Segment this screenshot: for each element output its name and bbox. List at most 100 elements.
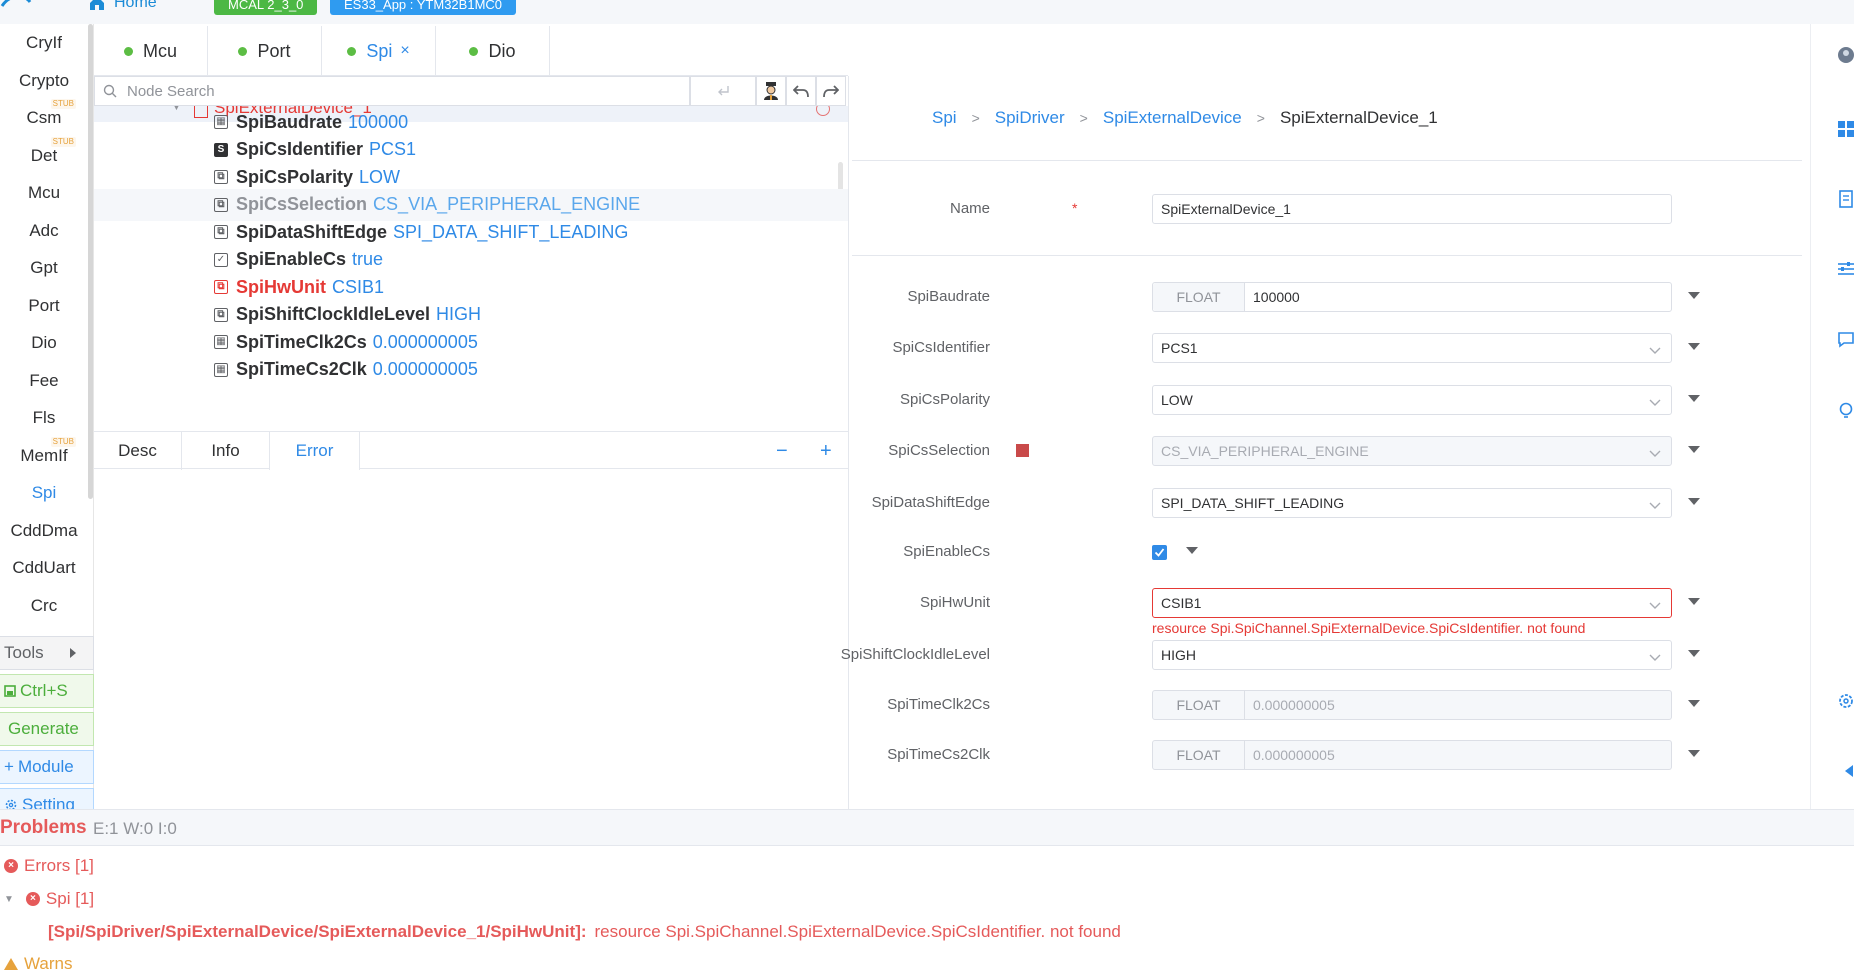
field-menu-icon[interactable]	[1688, 446, 1700, 453]
tree-node-label: SpiCsIdentifier	[236, 139, 364, 160]
add-module-button[interactable]: + Module	[0, 750, 94, 784]
project-badge[interactable]: ES33_App : YTM32B1MC0	[330, 0, 517, 15]
sidebar-item-memif[interactable]: MemIf STUB	[0, 436, 88, 475]
field-menu-icon[interactable]	[1688, 343, 1700, 350]
sliders-icon[interactable]	[1837, 260, 1854, 278]
warns-group[interactable]: Warns	[4, 954, 73, 970]
sidebar-item-label: MemIf	[20, 445, 68, 465]
sidebar-item-label: Mcu	[27, 183, 61, 202]
tools-button[interactable]: Tools	[0, 636, 94, 670]
avatar[interactable]	[1837, 46, 1854, 64]
field-menu-icon[interactable]	[1688, 498, 1700, 505]
chevron-down-icon[interactable]	[1649, 598, 1661, 610]
field-menu-icon[interactable]	[1186, 547, 1198, 554]
chevron-down-icon[interactable]	[1649, 650, 1661, 662]
field-menu-icon[interactable]	[1688, 700, 1700, 707]
status-dot-icon	[238, 46, 248, 56]
sidebar-item-cdduart[interactable]: CddUart	[0, 549, 88, 587]
sidebar-item-port[interactable]: Port	[0, 287, 88, 325]
sidebar-item-crypto[interactable]: Crypto	[0, 62, 88, 100]
agent-button[interactable]	[756, 76, 786, 106]
error-entry[interactable]: [Spi/SpiDriver/SpiExternalDevice/SpiExte…	[48, 922, 1121, 942]
field-menu-icon[interactable]	[1688, 650, 1700, 657]
close-icon[interactable]: ×	[400, 42, 409, 60]
detail-tabs: Desc Info Error − +	[94, 431, 848, 470]
field-menu-icon[interactable]	[1688, 395, 1700, 402]
tab-mcu[interactable]: Mcu	[94, 26, 208, 76]
spicsidentifier-input[interactable]: PCS1	[1152, 333, 1672, 363]
error-icon: ×	[25, 892, 40, 906]
name-row: * Name SpiExternalDevice_1	[852, 194, 1732, 224]
name-input[interactable]: SpiExternalDevice_1	[1152, 194, 1672, 224]
breadcrumb-item[interactable]: Spi	[932, 108, 957, 128]
sidebar-item-fee[interactable]: Fee	[0, 362, 88, 400]
mcal-version-badge[interactable]: MCAL 2_3_0	[214, 0, 318, 15]
grid-icon[interactable]	[1837, 120, 1854, 138]
panel-divider[interactable]	[848, 76, 849, 810]
collapse-icon[interactable]: −	[776, 440, 788, 463]
sidebar-item-gpt[interactable]: Gpt	[0, 249, 88, 287]
field-row-spishiftclockidlelevel: SpiShiftClockIdleLevel HIGH	[841, 640, 1732, 670]
redo-button[interactable]	[816, 76, 846, 106]
tab-info[interactable]: Info	[182, 432, 270, 470]
field-row-spibaudrate: SpiBaudrate FLOAT 100000	[852, 282, 1732, 312]
field-label: SpiShiftClockIdleLevel	[840, 646, 990, 663]
chat-icon[interactable]	[1837, 330, 1854, 348]
sidebar-item-cdddma[interactable]: CddDma	[0, 512, 88, 550]
breadcrumb-item[interactable]: SpiDriver	[995, 108, 1065, 128]
spi-error-group[interactable]: ▼ × Spi [1]	[4, 889, 94, 909]
name-value: SpiExternalDevice_1	[1161, 201, 1291, 217]
sidebar-item-det[interactable]: Det STUB	[0, 136, 88, 175]
sidebar-item-cryif[interactable]: CryIf	[0, 24, 88, 62]
errors-group[interactable]: × Errors [1]	[4, 856, 94, 876]
sidebar-item-dio[interactable]: Dio	[0, 324, 88, 362]
breadcrumb-item[interactable]: SpiExternalDevice	[1103, 108, 1242, 128]
sidebar-item-spi[interactable]: Spi	[0, 474, 88, 512]
tab-dio[interactable]: Dio	[436, 26, 550, 76]
field-menu-icon[interactable]	[1688, 598, 1700, 605]
chevron-down-icon[interactable]	[1649, 395, 1661, 407]
stub-badge: STUB	[50, 436, 76, 447]
field-menu-icon[interactable]	[1688, 750, 1700, 757]
tab-spi[interactable]: Spi ×	[322, 26, 436, 76]
tab-port[interactable]: Port	[208, 26, 322, 76]
field-value: 0.000000005	[1253, 747, 1335, 763]
spihwunit-input[interactable]: CSIB1	[1152, 588, 1672, 618]
save-button[interactable]: Ctrl+S	[0, 674, 94, 708]
spishiftclockidlelevel-input[interactable]: HIGH	[1152, 640, 1672, 670]
expand-caret-icon[interactable]: ▼	[4, 894, 14, 905]
bulb-icon[interactable]	[1837, 402, 1854, 420]
enable-cs-checkbox[interactable]	[1152, 545, 1167, 560]
chevron-down-icon[interactable]	[1649, 446, 1661, 458]
collapse-rail-icon[interactable]	[1837, 762, 1854, 780]
tree-row[interactable]: ▦ SpiTimeCs2Clk 0.000000005	[94, 354, 848, 387]
sidebar-item-csm[interactable]: Csm STUB	[0, 99, 88, 137]
generate-button[interactable]: Generate	[0, 712, 94, 746]
enter-search-button[interactable]	[690, 76, 756, 106]
expand-icon[interactable]: +	[820, 440, 832, 463]
tab-desc[interactable]: Desc	[94, 432, 182, 470]
spicspolarity-input[interactable]: LOW	[1152, 385, 1672, 415]
sidebar-scrollbar[interactable]	[88, 24, 93, 499]
tree-node-value: CS_VIA_PERIPHERAL_ENGINE	[373, 194, 641, 215]
sidebar-item-adc[interactable]: Adc	[0, 212, 88, 250]
chevron-down-icon[interactable]	[1649, 498, 1661, 510]
spidatashiftedge-input[interactable]: SPI_DATA_SHIFT_LEADING	[1152, 488, 1672, 518]
settings-gear-icon[interactable]	[1837, 692, 1854, 710]
tree-node-name: SpiCsIdentifier PCS1	[236, 139, 416, 160]
document-icon[interactable]	[1837, 190, 1854, 208]
sidebar-item-mcu[interactable]: Mcu	[0, 174, 88, 212]
tree-node-label: SpiCsSelection	[236, 194, 368, 215]
chevron-down-icon[interactable]	[1649, 343, 1661, 355]
spibaudrate-input[interactable]: FLOAT 100000	[1152, 282, 1672, 312]
field-label: SpiEnableCs	[903, 543, 990, 560]
field-menu-icon[interactable]	[1688, 292, 1700, 299]
home-link[interactable]: Home	[88, 0, 157, 12]
sidebar-item-crc[interactable]: Crc	[0, 587, 88, 625]
field-value: LOW	[1161, 392, 1193, 408]
node-search-input[interactable]	[127, 81, 677, 101]
undo-button[interactable]	[786, 76, 816, 106]
tools-label: Tools	[4, 643, 44, 662]
sidebar-item-fls[interactable]: Fls	[0, 399, 88, 437]
tab-error[interactable]: Error	[270, 432, 360, 470]
